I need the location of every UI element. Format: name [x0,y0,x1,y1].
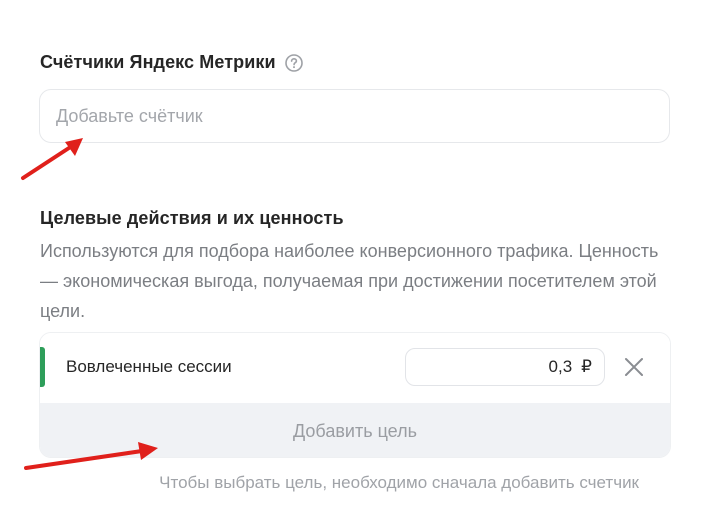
close-icon[interactable] [623,356,645,378]
goals-description: Используются для подбора наиболее конвер… [40,241,659,321]
page: Счётчики Яндекс Метрики Целевые действия… [0,0,701,518]
goal-row: Вовлеченные сессии 0,3 ₽ [40,333,670,403]
counter-input[interactable] [40,90,669,142]
metrika-title-label: Счётчики Яндекс Метрики [40,52,276,72]
question-circle-icon[interactable] [284,53,303,72]
counter-input-wrapper [39,89,670,143]
goals-section-title: Целевые действия и их ценность [40,208,344,228]
goal-accent-bar [40,347,45,387]
goal-name: Вовлеченные сессии [66,357,232,376]
add-goal-button[interactable]: Добавить цель [40,403,670,457]
currency-symbol: ₽ [581,357,592,376]
add-goal-hint: Чтобы выбрать цель, необходимо сначала д… [159,473,639,492]
goal-value: 0,3 [548,357,573,376]
goals-card: Вовлеченные сессии 0,3 ₽ Добавить цель [39,332,671,458]
metrika-section-title: Счётчики Яндекс Метрики [40,52,303,73]
goal-value-input[interactable]: 0,3 ₽ [405,348,605,386]
